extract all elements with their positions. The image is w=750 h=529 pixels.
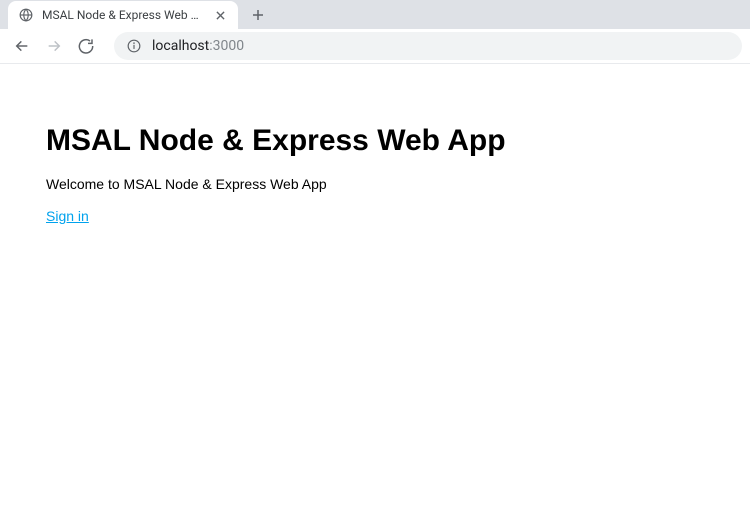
address-port: :3000 [209, 38, 244, 54]
browser-toolbar: localhost:3000 [0, 29, 750, 64]
page-title: MSAL Node & Express Web App [46, 124, 750, 158]
address-text: localhost:3000 [152, 38, 244, 54]
signin-link[interactable]: Sign in [46, 208, 89, 224]
reload-button[interactable] [72, 32, 100, 60]
info-icon[interactable] [126, 38, 142, 54]
tab-strip: MSAL Node & Express Web App [0, 0, 750, 29]
tab-title: MSAL Node & Express Web App [42, 8, 204, 22]
welcome-text: Welcome to MSAL Node & Express Web App [46, 176, 750, 192]
page-content: MSAL Node & Express Web App Welcome to M… [0, 64, 750, 225]
new-tab-button[interactable] [244, 1, 272, 29]
close-icon[interactable] [212, 7, 228, 23]
address-host: localhost [152, 38, 209, 54]
forward-button[interactable] [40, 32, 68, 60]
address-bar[interactable]: localhost:3000 [114, 32, 742, 60]
browser-chrome: MSAL Node & Express Web App [0, 0, 750, 64]
browser-tab[interactable]: MSAL Node & Express Web App [8, 1, 238, 29]
globe-icon [18, 7, 34, 23]
back-button[interactable] [8, 32, 36, 60]
